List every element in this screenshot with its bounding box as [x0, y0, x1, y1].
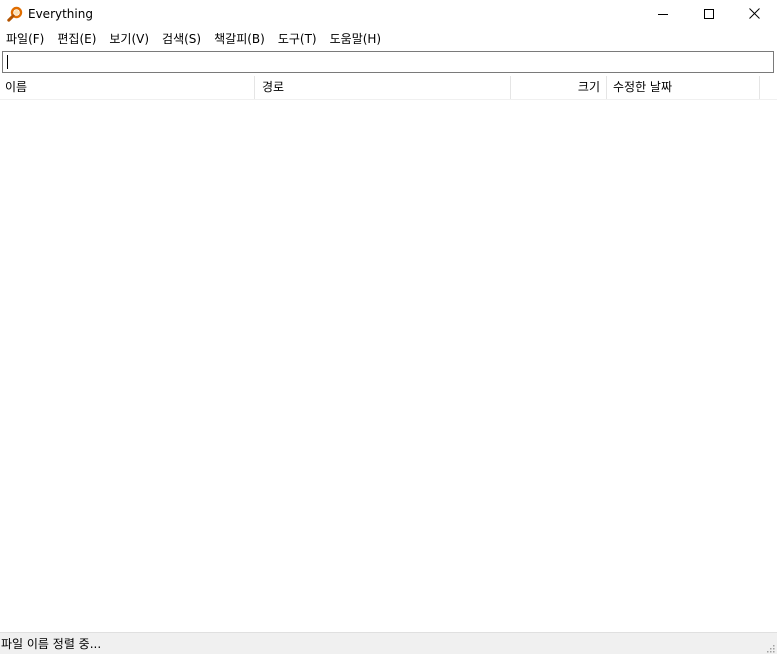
status-bar: 파일 이름 정렬 중...: [0, 632, 777, 654]
minimize-icon: [658, 8, 668, 22]
maximize-button[interactable]: [686, 0, 732, 29]
column-header-path[interactable]: 경로: [255, 76, 511, 99]
magnifier-icon: [7, 6, 23, 22]
menu-bar: 파일(F) 편집(E) 보기(V) 검색(S) 책갈피(B) 도구(T) 도움말…: [0, 29, 777, 49]
minimize-button[interactable]: [640, 0, 686, 29]
results-list[interactable]: [0, 100, 777, 632]
maximize-icon: [704, 8, 714, 22]
title-bar[interactable]: Everything: [0, 0, 777, 29]
column-header-row: 이름 경로 크기 수정한 날짜: [0, 76, 777, 100]
column-header-name[interactable]: 이름: [0, 76, 255, 99]
search-box[interactable]: [2, 51, 774, 73]
menu-tools[interactable]: 도구(T): [272, 29, 324, 49]
everything-window: Everything 파일(F) 편집(E) 보기(V) 검색(S) 책갈피(B…: [0, 0, 777, 654]
close-button[interactable]: [731, 0, 777, 29]
text-caret: [7, 55, 8, 69]
menu-search[interactable]: 검색(S): [156, 29, 208, 49]
column-header-size[interactable]: 크기: [511, 76, 607, 99]
menu-bookmarks[interactable]: 책갈피(B): [208, 29, 272, 49]
menu-view[interactable]: 보기(V): [103, 29, 156, 49]
status-text: 파일 이름 정렬 중...: [1, 637, 102, 651]
close-icon: [748, 7, 760, 22]
menu-edit[interactable]: 편집(E): [51, 29, 103, 49]
column-header-date-modified[interactable]: 수정한 날짜: [607, 76, 760, 99]
menu-help[interactable]: 도움말(H): [324, 29, 389, 49]
window-title: Everything: [28, 7, 93, 21]
resize-grip-icon[interactable]: [765, 642, 775, 653]
menu-file[interactable]: 파일(F): [0, 29, 51, 49]
search-input[interactable]: [3, 52, 773, 72]
